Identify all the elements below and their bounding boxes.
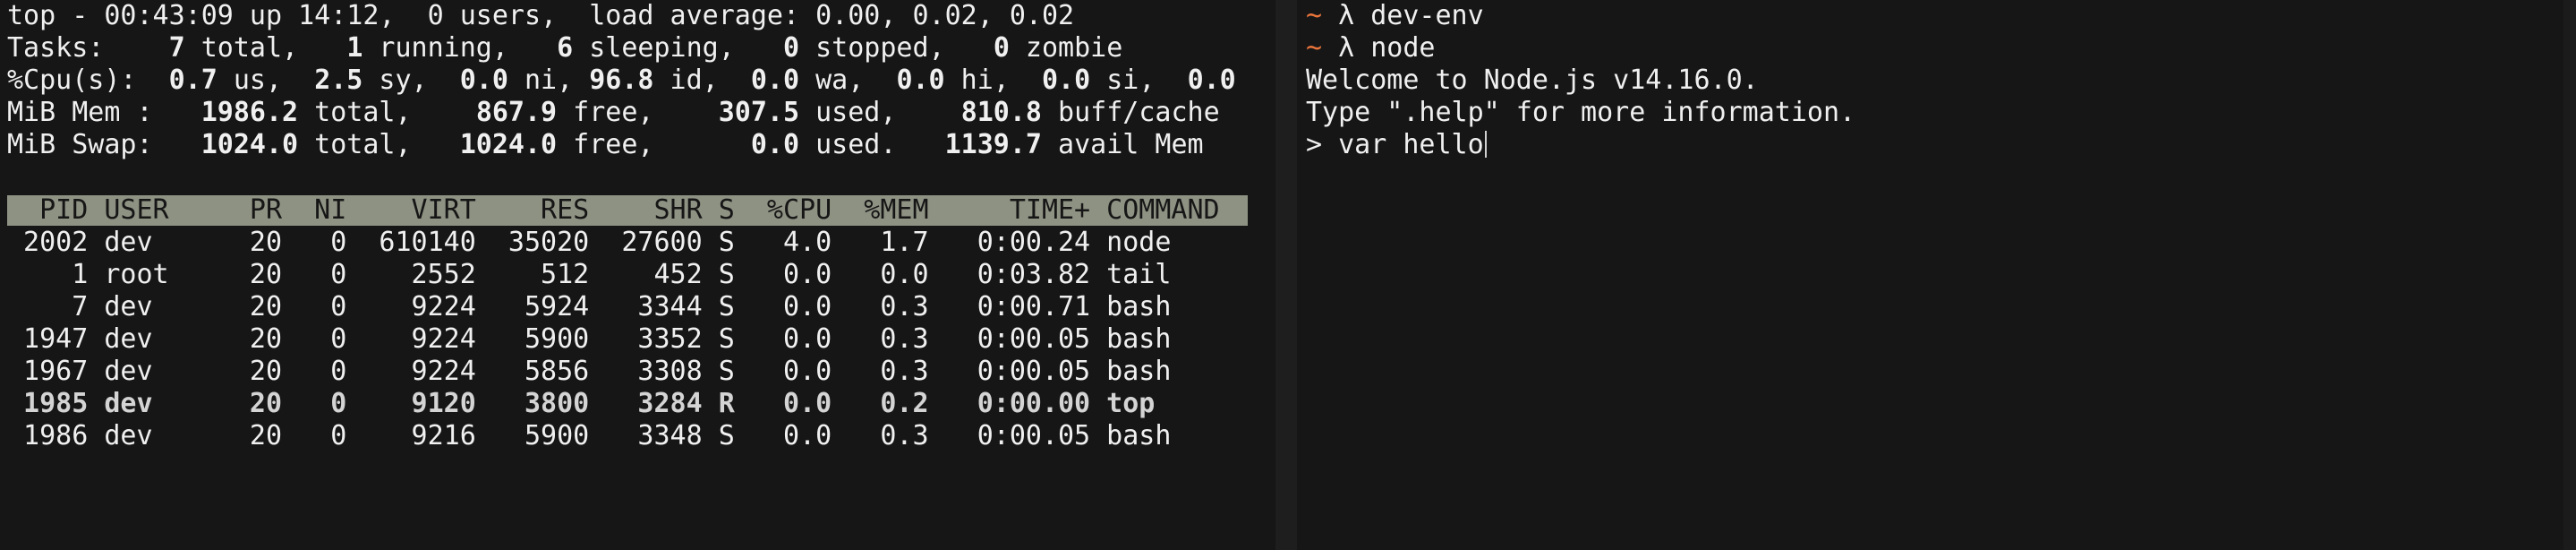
process-row-text: 1 root 20 0 2552 512 452 S 0.0 0.0 0:03.… — [7, 259, 1172, 290]
prompt-symbol: λ — [1338, 0, 1355, 31]
node-repl-pane[interactable]: ~ λ dev-env ~ λ node Welcome to Node.js v1… — [1297, 0, 2576, 550]
shell-prompt-line: ~ λ node — [1306, 32, 1436, 64]
prompt-tilde: ~ — [1306, 0, 1323, 31]
top-swap-line: MiB Swap: 1024.0 total, 1024.0 free, 0.0… — [7, 129, 1204, 160]
process-row-text: 2002 dev 20 0 610140 35020 27600 S 4.0 1… — [7, 227, 1172, 258]
terminal-window: top - 00:43:09 up 14:12, 0 users, load a… — [0, 0, 2576, 550]
process-row-text: 7 dev 20 0 9224 5924 3344 S 0.0 0.3 0:00… — [7, 291, 1172, 322]
top-pane[interactable]: top - 00:43:09 up 14:12, 0 users, load a… — [0, 0, 1275, 550]
process-table-header: PID USER PR NI VIRT RES SHR S %CPU %MEM … — [7, 194, 1248, 226]
process-row-text: 1967 dev 20 0 9224 5856 3308 S 0.0 0.3 0… — [7, 356, 1172, 387]
top-cpu-line: %Cpu(s): 0.7 us, 2.5 sy, 0.0 ni, 96.8 id… — [7, 64, 1236, 96]
repl-input-line[interactable]: > var hello — [1306, 129, 1487, 161]
repl-output-line: Welcome to Node.js v14.16.0. — [1306, 64, 1759, 96]
pane-divider[interactable] — [1275, 0, 1297, 550]
repl-input-text: > var hello — [1306, 129, 1484, 160]
shell-prompt-line: ~ λ dev-env — [1306, 0, 1484, 32]
top-tasks-line: Tasks: 7 total, 1 running, 6 sleeping, 0… — [7, 32, 1123, 64]
shell-command: node — [1370, 32, 1436, 64]
process-table-header-text: PID USER PR NI VIRT RES SHR S %CPU %MEM … — [7, 194, 1220, 226]
shell-command: dev-env — [1370, 0, 1484, 31]
process-row-text: 1947 dev 20 0 9224 5900 3352 S 0.0 0.3 0… — [7, 323, 1172, 355]
prompt-tilde: ~ — [1306, 32, 1323, 64]
process-row-text: 1986 dev 20 0 9216 5900 3348 S 0.0 0.3 0… — [7, 420, 1172, 451]
process-row-text: 1985 dev 20 0 9120 3800 3284 R 0.0 0.2 0… — [7, 388, 1156, 419]
top-uptime-line: top - 00:43:09 up 14:12, 0 users, load a… — [7, 0, 1075, 31]
vertical-scrollbar[interactable] — [2563, 0, 2576, 550]
text-cursor — [1484, 131, 1487, 158]
top-mem-line: MiB Mem : 1986.2 total, 867.9 free, 307.… — [7, 97, 1220, 128]
repl-output-line: Type ".help" for more information. — [1306, 97, 1856, 128]
prompt-symbol: λ — [1338, 32, 1355, 64]
